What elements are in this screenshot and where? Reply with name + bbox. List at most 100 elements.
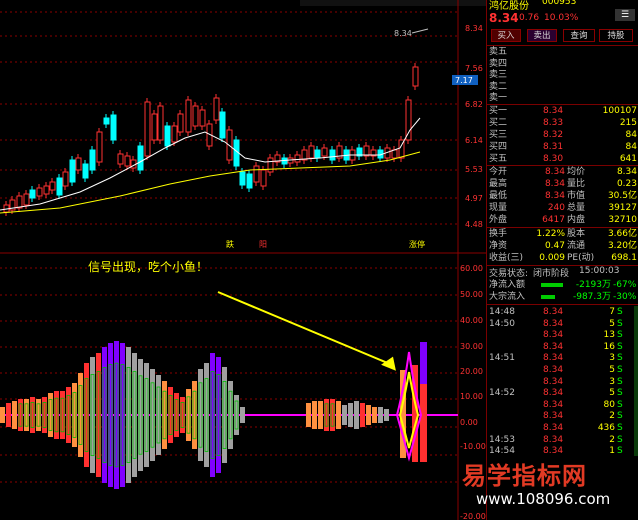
stat-label: 流通 bbox=[567, 241, 586, 251]
bid-row: 买三 8.32 84 bbox=[487, 129, 638, 141]
tick-price: 8.34 bbox=[543, 411, 564, 422]
ask-row: 卖三 bbox=[487, 69, 638, 81]
bid-label: 买二 bbox=[489, 118, 508, 128]
bid-volume: 215 bbox=[619, 118, 637, 128]
query-button[interactable]: 查询 bbox=[563, 29, 595, 42]
candle-body bbox=[164, 125, 171, 147]
tick-row[interactable]: 8.34 2 S bbox=[487, 410, 638, 422]
watermark-title: 易学指标网 bbox=[462, 462, 587, 490]
stat-label: 总量 bbox=[567, 203, 586, 213]
indicator-tick-label: -10.00 bbox=[460, 442, 486, 451]
indicator-bar bbox=[336, 401, 341, 429]
indicator-bar bbox=[0, 407, 5, 423]
tick-row[interactable]: 8.34 3 S bbox=[487, 376, 638, 388]
ask-row: 卖四 bbox=[487, 58, 638, 70]
tick-price: 8.34 bbox=[543, 341, 564, 352]
candle-body bbox=[246, 173, 253, 189]
tick-row[interactable]: 14:51 8.34 3 S bbox=[487, 352, 638, 364]
tick-side: S bbox=[617, 318, 623, 329]
sell-button[interactable]: 卖出 bbox=[527, 29, 557, 42]
last-price-tag: 7.17 bbox=[455, 76, 473, 85]
tick-side: S bbox=[617, 434, 623, 445]
bid-price: 8.34 bbox=[543, 106, 564, 116]
candle-body bbox=[89, 149, 96, 171]
indicator-tick-label: 50.00 bbox=[460, 290, 483, 299]
stat-row: 现量 240 总量 39127 bbox=[487, 202, 638, 214]
peak-pointer bbox=[411, 28, 429, 34]
indicator-tick-label: 30.00 bbox=[460, 342, 483, 351]
tick-row[interactable]: 14:48 8.34 7 S bbox=[487, 306, 638, 318]
tick-row[interactable]: 8.34 13 S bbox=[487, 329, 638, 341]
tick-time: 14:51 bbox=[489, 353, 515, 364]
candle-body bbox=[23, 193, 30, 206]
indicator-bar bbox=[6, 403, 11, 427]
indicator-bar bbox=[354, 401, 359, 429]
stat-label: 量比 bbox=[567, 179, 586, 189]
bid-row: 买五 8.30 641 bbox=[487, 153, 638, 165]
tick-side: S bbox=[617, 446, 623, 457]
signal-annotation: 信号出现，吃个小鱼！ bbox=[88, 260, 208, 274]
indicator-tick-label: 20.00 bbox=[460, 367, 483, 376]
tick-scrollbar[interactable] bbox=[634, 306, 638, 456]
stat-value: 3.20亿 bbox=[607, 241, 637, 251]
tick-row[interactable]: 14:50 8.34 5 S bbox=[487, 318, 638, 330]
indicator-bar bbox=[306, 403, 311, 427]
tick-side: S bbox=[617, 411, 623, 422]
tick-row[interactable]: 14:52 8.34 5 S bbox=[487, 387, 638, 399]
flow-row: 大宗流入 -987.3万 -30% bbox=[487, 291, 638, 303]
price-tick-label: 6.14 bbox=[465, 136, 483, 145]
flow-label: 大宗流入 bbox=[489, 292, 526, 302]
indicator-bar bbox=[12, 401, 17, 429]
stat-row: 最低 8.34 市值 30.5亿 bbox=[487, 190, 638, 202]
candle-body bbox=[82, 163, 89, 179]
tick-volume: 3 bbox=[609, 353, 615, 364]
more-icon[interactable]: ☰ bbox=[615, 9, 635, 21]
chart-area[interactable]: 8.34 7.56 6.82 6.14 5.53 4.97 4.48 7.17 8.34 跌… bbox=[0, 0, 486, 520]
ask-row: 卖二 bbox=[487, 81, 638, 93]
tick-price: 8.34 bbox=[543, 423, 564, 433]
tick-row[interactable]: 8.34 5 S bbox=[487, 364, 638, 376]
stat-value: 8.34 bbox=[616, 167, 637, 177]
candle-body bbox=[213, 97, 220, 121]
stat-label: 最高 bbox=[489, 179, 508, 189]
tick-row[interactable]: 8.34 16 S bbox=[487, 341, 638, 353]
candle-body bbox=[260, 169, 267, 187]
indicator-bar bbox=[372, 407, 377, 423]
watermark-url: www.108096.com bbox=[476, 490, 611, 508]
hold-button[interactable]: 持股 bbox=[599, 29, 633, 42]
candle-body bbox=[49, 181, 56, 191]
candle-body bbox=[157, 105, 164, 141]
stat-row: 净资 0.47 流通 3.20亿 bbox=[487, 240, 638, 252]
tick-time: 14:48 bbox=[489, 307, 515, 317]
ask-label: 卖五 bbox=[489, 47, 508, 57]
stat-value: 0.47 bbox=[544, 241, 565, 251]
tick-volume: 7 bbox=[609, 307, 615, 317]
stat-label: 外盘 bbox=[489, 215, 508, 225]
tick-volume: 3 bbox=[609, 376, 615, 387]
stat-label: PE(动) bbox=[567, 253, 595, 263]
tick-row[interactable]: 14:53 8.34 2 S bbox=[487, 434, 638, 446]
flow-bar bbox=[541, 295, 555, 299]
stat-label: 今开 bbox=[489, 167, 508, 177]
price-tick-label: 8.34 bbox=[465, 24, 483, 33]
stock-change: 0.76 bbox=[519, 13, 540, 23]
indicator-bar bbox=[420, 342, 427, 384]
indicator-tick-label: -20.00 bbox=[460, 512, 486, 520]
indicator-tick-label: 0.00 bbox=[460, 418, 478, 427]
trade-state-value: 闭市阶段 bbox=[533, 269, 570, 279]
tick-row[interactable]: 8.34 80 S bbox=[487, 399, 638, 411]
buy-button[interactable]: 买入 bbox=[491, 29, 521, 42]
candle-body bbox=[329, 149, 336, 161]
bid-volume: 84 bbox=[625, 142, 637, 152]
stat-label: 收益(三) bbox=[489, 253, 524, 263]
stat-value: 0.23 bbox=[616, 179, 637, 189]
tick-row[interactable]: 8.34 436 S bbox=[487, 422, 638, 434]
quote-panel: 鸿亿股份 000953 8.34 0.76 10.03% ☰ 买入 卖出 查询 … bbox=[486, 0, 638, 520]
flow-pct: -30% bbox=[613, 292, 637, 302]
tick-price: 8.34 bbox=[543, 388, 564, 399]
tick-time: 14:53 bbox=[489, 434, 515, 445]
stat-value: 8.34 bbox=[544, 191, 565, 201]
stat-row: 换手 1.22% 股本 3.66亿 bbox=[487, 228, 638, 240]
kline-indicator-canvas[interactable]: 8.34 7.56 6.82 6.14 5.53 4.97 4.48 7.17 8.34 跌… bbox=[0, 0, 486, 520]
candle-body bbox=[314, 149, 321, 159]
